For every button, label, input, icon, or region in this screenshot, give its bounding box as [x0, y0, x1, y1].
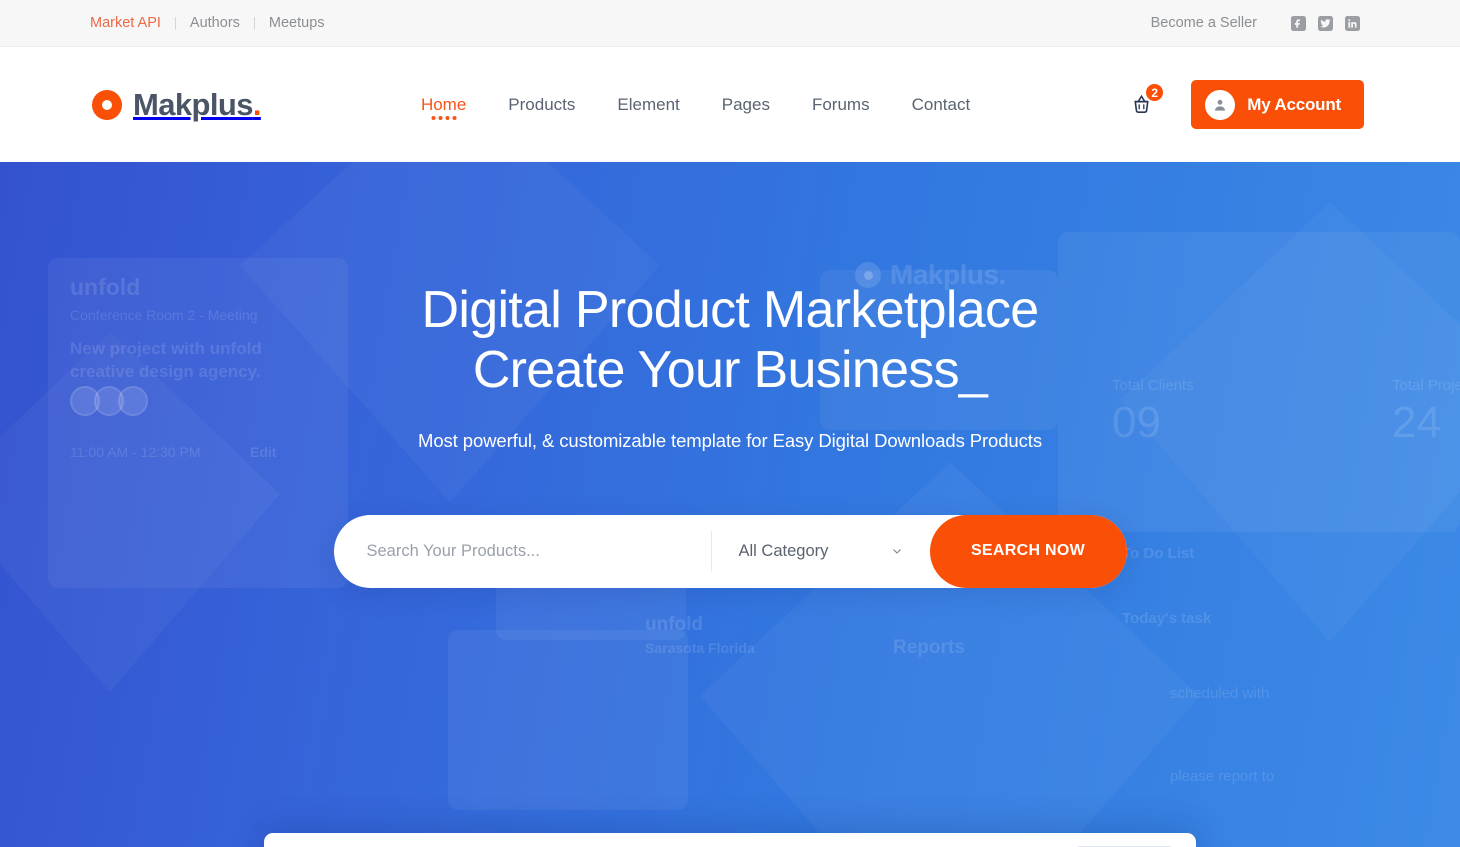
twitter-icon[interactable] [1318, 15, 1333, 31]
hero-title-line-1: Digital Product Marketplace [421, 281, 1040, 339]
header-actions: 2 My Account [1130, 80, 1364, 129]
social-links [1291, 15, 1360, 31]
cart-badge-count: 2 [1144, 82, 1166, 103]
topbar-link-meetups[interactable]: Meetups [255, 16, 339, 31]
my-account-label: My Account [1247, 94, 1341, 114]
topbar-link-authors[interactable]: Authors [176, 16, 254, 31]
linkedin-icon[interactable] [1345, 15, 1360, 31]
topbar-link-market-api[interactable]: Market API [90, 16, 175, 31]
top-bar-right: Become a Seller [1151, 15, 1360, 31]
hero-content: Digital Product Marketplace Create Your … [0, 162, 1460, 588]
nav-item-element[interactable]: Element [596, 96, 700, 113]
active-dots-indicator [431, 116, 457, 120]
dashboard-mockup: Makplus. You work on: Data Hello, Tonoy … [264, 833, 1196, 847]
hero-title: Digital Product Marketplace Create Your … [0, 280, 1460, 401]
search-input[interactable] [333, 541, 711, 561]
my-account-button[interactable]: My Account [1191, 80, 1364, 129]
site-logo[interactable]: Makplus. [92, 89, 261, 120]
main-navigation: Home Products Element Pages Forums Conta… [400, 95, 992, 120]
hero-section: unfold Conference Room 2 - Meeting New p… [0, 162, 1460, 847]
bg-today-label: Today's task [1122, 610, 1212, 627]
category-select[interactable]: All Category [712, 542, 930, 561]
dashboard-topbar: Makplus. You work on: Data Hello, Tonoy … [264, 833, 1196, 847]
bg-card-center [448, 630, 688, 810]
facebook-icon[interactable] [1291, 15, 1306, 31]
hero-title-line-2: Create Your Business_ [472, 341, 988, 400]
logo-circle-icon [92, 89, 122, 120]
nav-item-forums[interactable]: Forums [791, 96, 891, 113]
user-icon [1205, 89, 1236, 120]
nav-item-home[interactable]: Home [400, 95, 487, 120]
nav-item-pages[interactable]: Pages [701, 96, 791, 113]
site-header: Makplus. Home Products Element Pages For… [0, 47, 1460, 162]
nav-label: Home [420, 95, 467, 114]
hero-subtitle: Most powerful, & customizable template f… [418, 429, 1042, 451]
nav-item-products[interactable]: Products [487, 96, 596, 113]
logo-text: Makplus. [133, 87, 261, 122]
become-a-seller-link[interactable]: Become a Seller [1151, 15, 1257, 31]
nav-item-contact[interactable]: Contact [891, 96, 992, 113]
cart-button[interactable]: 2 [1130, 82, 1166, 116]
search-now-button[interactable]: SEARCH NOW [929, 514, 1127, 588]
hero-search-bar: All Category SEARCH NOW [333, 514, 1127, 588]
top-bar: Market API Authors Meetups Become a Sell… [0, 0, 1460, 47]
chevron-down-icon [892, 549, 901, 554]
top-bar-links: Market API Authors Meetups [90, 16, 339, 31]
category-select-value: All Category [738, 541, 829, 560]
bg-note-line2: please report to [1170, 768, 1275, 785]
